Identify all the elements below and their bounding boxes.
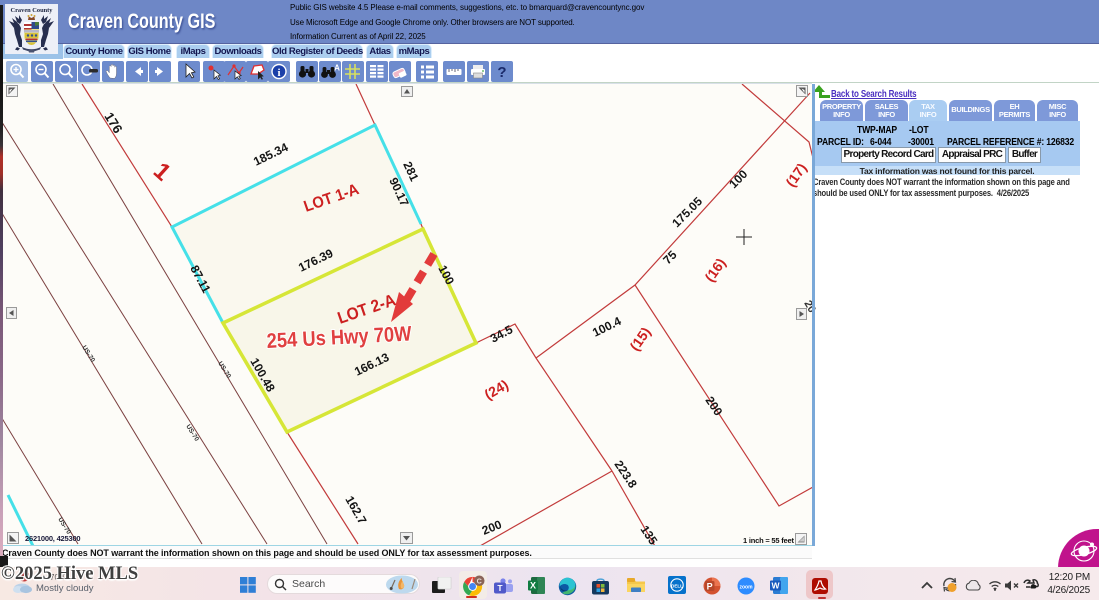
svg-text:DELL: DELL (671, 584, 683, 589)
svg-text:Craven County: Craven County (11, 7, 54, 14)
svg-text:X: X (530, 581, 536, 591)
svg-text:W: W (771, 581, 780, 591)
svg-text:T: T (497, 583, 503, 593)
svg-text:C: C (477, 577, 482, 585)
svg-text:zoom: zoom (739, 585, 753, 591)
svg-text:P: P (707, 581, 713, 591)
